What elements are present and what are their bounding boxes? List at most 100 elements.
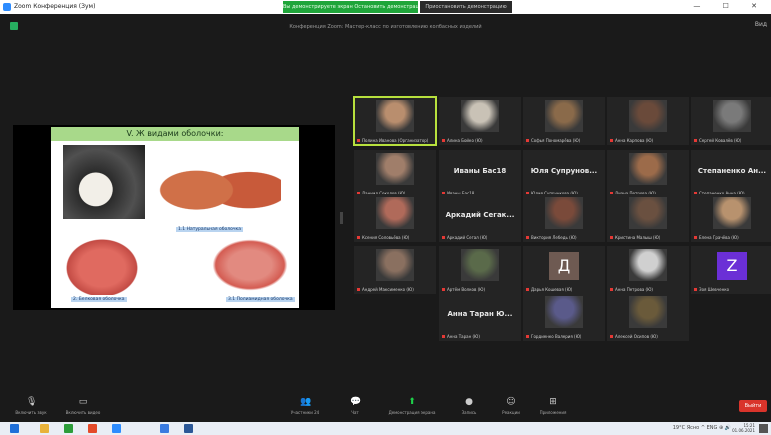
split-resize-handle[interactable] — [340, 212, 343, 224]
participant-tile[interactable]: Аркадий Сегак... Аркадий Сегал (Ю) — [439, 194, 521, 242]
participant-tile[interactable]: Софья Пономарёва (Ю) — [523, 97, 605, 145]
participant-name-text: Сергей Ковалёв (Ю) — [699, 138, 742, 143]
view-toggle-button[interactable]: Вид — [755, 21, 767, 28]
mic-muted-icon — [526, 139, 529, 142]
participant-video — [545, 197, 583, 229]
record-button[interactable]: ● Запись — [446, 397, 492, 416]
chat-icon: 💬 — [350, 397, 362, 407]
mic-muted-icon — [357, 236, 360, 239]
chat-button[interactable]: 💬 Чат — [332, 397, 378, 416]
participant-name: Ксения Соловьёва (Ю) — [357, 235, 409, 240]
app-icon[interactable] — [160, 424, 169, 433]
participant-name: Алексей Осипов (Ю) — [610, 334, 658, 339]
participant-name: Анна Карпова (Ю) — [610, 138, 653, 143]
reactions-button[interactable]: ☺ Реакции — [488, 397, 534, 416]
participant-display-name: Степаненко Ан... — [697, 167, 767, 175]
protein-casing-photo — [61, 235, 143, 295]
smile-icon: ☺ — [506, 397, 516, 407]
participants-button[interactable]: 👥 Участники 24 — [282, 398, 328, 416]
notification-icon[interactable] — [759, 424, 768, 433]
participant-tile[interactable]: Даниил Соколов (Ю) — [354, 150, 436, 198]
mic-muted-icon — [610, 139, 613, 142]
chrome-icon[interactable] — [88, 424, 97, 433]
mic-muted-icon — [694, 288, 697, 291]
participant-tile[interactable]: Анна Карпова (Ю) — [607, 97, 689, 145]
participant-name: Алина Бойко (Ю) — [442, 138, 483, 143]
participant-video — [713, 100, 751, 132]
apps-button[interactable]: ⊞ Приложения — [530, 398, 576, 416]
mic-muted-icon — [442, 236, 445, 239]
participant-video — [629, 249, 667, 281]
participant-video — [376, 197, 414, 229]
participant-tile[interactable]: Андрей Максименко (Ю) — [354, 246, 436, 294]
participant-video — [629, 296, 667, 328]
participant-avatar: Д — [549, 252, 579, 280]
participant-tile[interactable]: Полина Иванова (Организатор) — [353, 96, 437, 146]
share-screen-button[interactable]: ⬆ Демонстрация экрана — [382, 398, 442, 416]
windows-start-icon[interactable] — [10, 424, 19, 433]
participant-avatar: Z — [717, 252, 747, 280]
participant-video — [629, 153, 667, 185]
window-controls[interactable]: — ☐ ✕ — [693, 2, 767, 10]
participant-tile[interactable]: Кристина Малыш (Ю) — [607, 194, 689, 242]
pause-share-button[interactable]: Приостановить демонстрацию — [420, 1, 512, 13]
participant-name: Артём Волков (Ю) — [442, 287, 485, 292]
mic-muted-icon — [442, 335, 445, 338]
participant-name-text: Аркадий Сегал (Ю) — [447, 235, 488, 240]
participant-name-text: Гордиенко Валерия (Ю) — [531, 334, 582, 339]
participant-video — [376, 153, 414, 185]
mic-muted-icon — [610, 236, 613, 239]
zoom-taskbar-icon[interactable] — [112, 424, 121, 433]
participant-name-text: Полина Иванова (Организатор) — [362, 138, 429, 143]
record-icon: ● — [465, 397, 473, 407]
participant-name-text: Андрей Максименко (Ю) — [362, 287, 414, 292]
participant-tile[interactable]: Виктория Лебедь (Ю) — [523, 194, 605, 242]
participant-tile[interactable]: Z Зоя Шевченко — [691, 246, 771, 294]
participant-name: Дарья Кошевая (Ю) — [526, 287, 572, 292]
meeting-title: Конференция Zoom: Мастер-класс по изгото… — [289, 24, 482, 30]
app-icon[interactable] — [64, 424, 73, 433]
windows-taskbar: 19°C Ясно ^ ENG ⊕ 🔊 15:21 01.06.2021 — [0, 422, 771, 435]
participant-video — [629, 100, 667, 132]
participant-video — [713, 197, 751, 229]
participant-tile[interactable]: Алексей Осипов (Ю) — [607, 293, 689, 341]
participant-tile[interactable]: Иваны Бас18Иваны Бас18 — [439, 150, 521, 198]
participant-tile[interactable]: Анна Таран Ю... Анна Таран (Ю) — [439, 293, 521, 341]
participant-video — [376, 249, 414, 281]
slide-header: V. Ж видами оболочки: — [51, 127, 299, 141]
participant-tile[interactable]: Артём Волков (Ю) — [439, 246, 521, 294]
participant-name: Анна Таран (Ю) — [442, 334, 480, 339]
participant-tile[interactable]: Елена Грачёва (Ю) — [691, 194, 771, 242]
participant-name: Зоя Шевченко — [694, 287, 729, 292]
participant-tile[interactable]: Ксения Соловьёва (Ю) — [354, 194, 436, 242]
window-title-bar: Zoom Конференция (Зум) Вы демонстрируете… — [0, 0, 771, 14]
participant-tile[interactable]: Сергей Ковалёв (Ю) — [691, 97, 771, 145]
mic-muted-icon — [357, 139, 360, 142]
participant-tile[interactable]: Степаненко Ан...Степаненко Анна (Ю) — [691, 150, 771, 198]
participant-tile[interactable]: Д Дарья Кошевая (Ю) — [523, 246, 605, 294]
clock[interactable]: 15:21 01.06.2021 — [732, 423, 755, 433]
participant-tile[interactable]: Анна Петрова (Ю) — [607, 246, 689, 294]
participant-tile[interactable]: Гордиенко Валерия (Ю) — [523, 293, 605, 341]
participant-name: Аркадий Сегал (Ю) — [442, 235, 487, 240]
participant-name: Кристина Малыш (Ю) — [610, 235, 660, 240]
participant-name-text: Анна Таран (Ю) — [447, 334, 480, 339]
participant-name: Полина Иванова (Организатор) — [357, 138, 428, 143]
participant-name-text: Ксения Соловьёва (Ю) — [362, 235, 410, 240]
clock-date: 01.06.2021 — [732, 428, 755, 433]
participant-name: Сергей Ковалёв (Ю) — [694, 138, 741, 143]
participant-tile[interactable]: Диана Петрова (Ю) — [607, 150, 689, 198]
participant-tile[interactable]: Юля Супрунов...Юлия Супрункова (Ю) — [523, 150, 605, 198]
leave-meeting-button[interactable]: Выйти — [739, 400, 767, 412]
sharing-banner[interactable]: Вы демонстрируете экран Остановить демон… — [283, 1, 418, 13]
start-video-button[interactable]: ▭ Включить видео — [60, 398, 106, 416]
tray-icons: ^ ENG ⊕ 🔊 — [700, 425, 731, 431]
participant-name-text: Софья Пономарёва (Ю) — [531, 138, 581, 143]
mic-muted-icon — [694, 236, 697, 239]
file-explorer-icon[interactable] — [40, 424, 49, 433]
word-icon[interactable] — [184, 424, 193, 433]
participant-video — [629, 197, 667, 229]
system-tray[interactable]: 19°C Ясно ^ ENG ⊕ 🔊 — [673, 425, 731, 431]
participant-tile[interactable]: Алина Бойко (Ю) — [439, 97, 521, 145]
unmute-button[interactable]: 🎙 Включить звук — [8, 398, 54, 416]
